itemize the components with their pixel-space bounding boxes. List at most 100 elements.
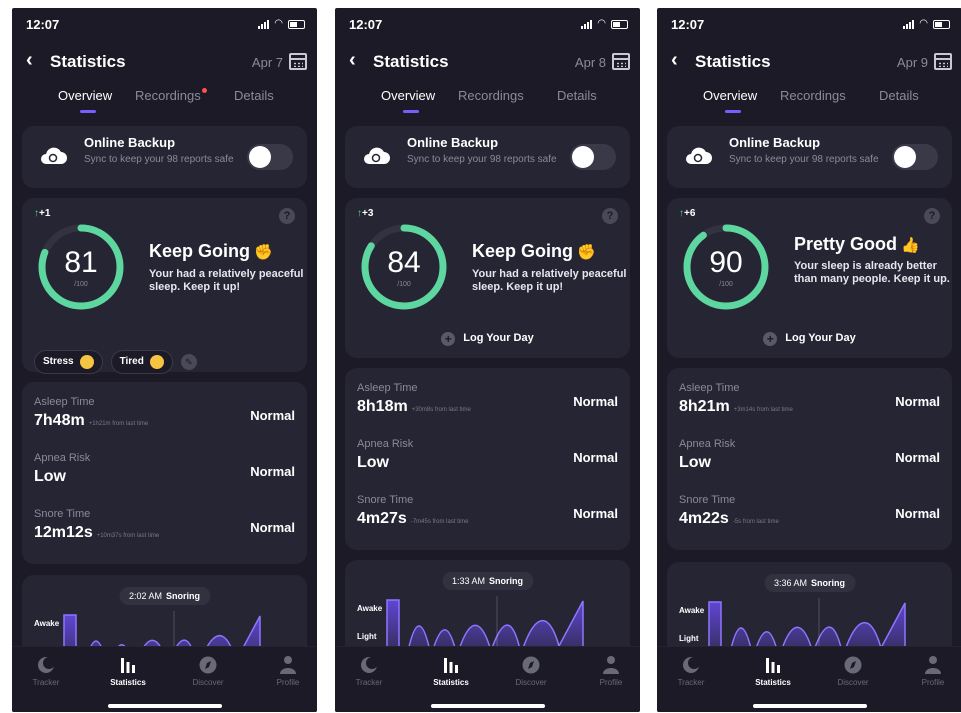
tabbar-tracker[interactable]: Tracker <box>16 655 76 687</box>
status-time: 12:07 <box>26 17 60 32</box>
battery-icon <box>611 19 628 29</box>
chevron-left-icon[interactable]: ‹ <box>26 50 33 70</box>
home-indicator <box>107 704 222 708</box>
metric-row[interactable]: Apnea Risk Low Normal <box>34 452 295 502</box>
tabbar-tracker[interactable]: Tracker <box>339 655 399 687</box>
score-verdict-text: Keep Going <box>472 241 574 261</box>
tab-details[interactable]: Details <box>879 88 919 103</box>
help-icon[interactable]: ? <box>602 208 618 224</box>
metric-status: Normal <box>573 394 618 409</box>
metric-status: Normal <box>573 506 618 521</box>
metric-value: 8h21m +3m14s from last time <box>679 398 793 416</box>
tab-recordings[interactable]: Recordings <box>458 88 524 103</box>
person-icon <box>603 656 619 674</box>
chevron-left-icon[interactable]: ‹ <box>671 50 678 70</box>
tab-recordings[interactable]: Recordings <box>135 88 207 103</box>
tabbar-statistics[interactable]: Statistics <box>98 655 158 687</box>
log-your-day-button[interactable]: + Log Your Day <box>667 332 952 346</box>
header: ‹ Statistics Apr 9 <box>657 48 961 78</box>
backup-toggle[interactable] <box>892 144 938 170</box>
calendar-icon[interactable] <box>289 53 307 70</box>
calendar-icon[interactable] <box>612 53 630 70</box>
status-time: 12:07 <box>671 17 705 32</box>
score-summary: Your had a relatively peaceful sleep. Ke… <box>149 268 304 293</box>
metric-change-note: +1h21m from last time <box>88 421 149 427</box>
tag-chip-label: Tired <box>119 356 144 367</box>
tabbar-discover[interactable]: Discover <box>178 655 238 687</box>
status-bar: 12:07 ◠ <box>12 8 317 42</box>
metric-row[interactable]: Asleep Time 8h18m +30m8s from last time N… <box>357 382 618 432</box>
tab-details[interactable]: Details <box>234 88 274 103</box>
tabbar-statistics[interactable]: Statistics <box>421 655 481 687</box>
help-icon[interactable]: ? <box>924 208 940 224</box>
backup-toggle[interactable] <box>570 144 616 170</box>
tabbar-label: Statistics <box>433 678 469 687</box>
backup-title: Online Backup <box>729 135 821 150</box>
signal-icon <box>581 19 593 29</box>
signal-icon <box>258 19 270 29</box>
tabbar-tracker[interactable]: Tracker <box>661 655 721 687</box>
metric-label: Apnea Risk <box>357 438 414 450</box>
backup-subtitle: Sync to keep your 98 reports safe <box>84 154 234 165</box>
sleep-score-card: ↑+6 ? 90 /100 Pretty Good 👍 Your sleep is… <box>667 198 952 358</box>
tabbar-profile[interactable]: Profile <box>258 655 317 687</box>
date-label: Apr 8 <box>574 55 606 70</box>
metric-change-note: -7m45s from last time <box>410 519 469 525</box>
sleep-score: 84 <box>387 246 421 279</box>
axis-label-light: Light <box>679 634 699 643</box>
stress-emoji-icon <box>79 355 94 369</box>
tabbar-statistics[interactable]: Statistics <box>743 655 803 687</box>
tab-overview[interactable]: Overview <box>58 88 112 103</box>
metric-label: Snore Time <box>34 508 91 520</box>
sleep-metrics-card: Asleep Time 8h18m +30m8s from last time N… <box>345 368 630 550</box>
tab-bar: Overview Recordings Details <box>657 88 961 122</box>
metric-row[interactable]: Snore Time 4m27s -7m45s from last time No… <box>357 494 618 544</box>
plus-icon: + <box>441 332 456 346</box>
backup-title: Online Backup <box>407 135 499 150</box>
tooltip-time: 2:02 AM <box>128 591 163 601</box>
metric-value: Low <box>679 454 711 471</box>
score-verdict-text: Pretty Good <box>794 234 898 254</box>
sleep-score: 90 <box>709 246 743 279</box>
backup-toggle[interactable] <box>247 144 293 170</box>
log-your-day-button[interactable]: + Log Your Day <box>345 332 630 346</box>
moon-icon <box>361 657 378 673</box>
axis-label-awake: Awake <box>679 606 705 615</box>
pencil-icon[interactable]: ✎ <box>180 354 197 370</box>
metric-row[interactable]: Asleep Time 7h48m +1h21m from last time N… <box>34 396 295 446</box>
tabbar-label: Tracker <box>677 678 705 687</box>
tab-overview[interactable]: Overview <box>703 88 757 103</box>
metric-value: 12m12s +10m37s from last time <box>34 524 159 542</box>
backup-subtitle: Sync to keep your 98 reports safe <box>729 154 879 165</box>
metric-status: Normal <box>895 394 940 409</box>
plus-icon: + <box>763 332 778 346</box>
score-verdict: Pretty Good 👍 <box>794 234 920 255</box>
metric-row[interactable]: Snore Time 12m12s +10m37s from last time … <box>34 508 295 558</box>
tabbar-discover[interactable]: Discover <box>823 655 883 687</box>
tab-details[interactable]: Details <box>557 88 597 103</box>
tabbar-discover[interactable]: Discover <box>501 655 561 687</box>
page-title: Statistics <box>373 52 449 71</box>
chevron-left-icon[interactable]: ‹ <box>349 50 356 70</box>
metric-label: Asleep Time <box>357 382 418 394</box>
active-tab-indicator <box>403 110 419 113</box>
tabbar-profile[interactable]: Profile <box>903 655 961 687</box>
tab-recordings[interactable]: Recordings <box>780 88 846 103</box>
metric-row[interactable]: Asleep Time 8h21m +3m14s from last time N… <box>679 382 940 432</box>
metric-label: Snore Time <box>679 494 736 506</box>
metric-row[interactable]: Snore Time 4m22s -5s from last time Norma… <box>679 494 940 544</box>
metric-value-text: 4m27s <box>357 510 407 527</box>
backup-title: Online Backup <box>84 135 176 150</box>
phone-screen: 12:07 ◠ ‹ Statistics Apr 9 Overview Reco… <box>657 8 961 712</box>
tabbar-profile[interactable]: Profile <box>581 655 640 687</box>
tag-chip[interactable]: Tired <box>110 350 173 374</box>
metric-value: Low <box>34 468 66 485</box>
help-icon[interactable]: ? <box>279 208 295 224</box>
calendar-icon[interactable] <box>934 53 952 70</box>
bar-chart-icon <box>444 658 458 673</box>
tab-overview[interactable]: Overview <box>381 88 435 103</box>
tag-chip[interactable]: Stress <box>34 350 103 374</box>
metric-row[interactable]: Apnea Risk Low Normal <box>679 438 940 488</box>
metric-row[interactable]: Apnea Risk Low Normal <box>357 438 618 488</box>
online-backup-card: Online Backup Sync to keep your 98 repor… <box>667 126 952 188</box>
